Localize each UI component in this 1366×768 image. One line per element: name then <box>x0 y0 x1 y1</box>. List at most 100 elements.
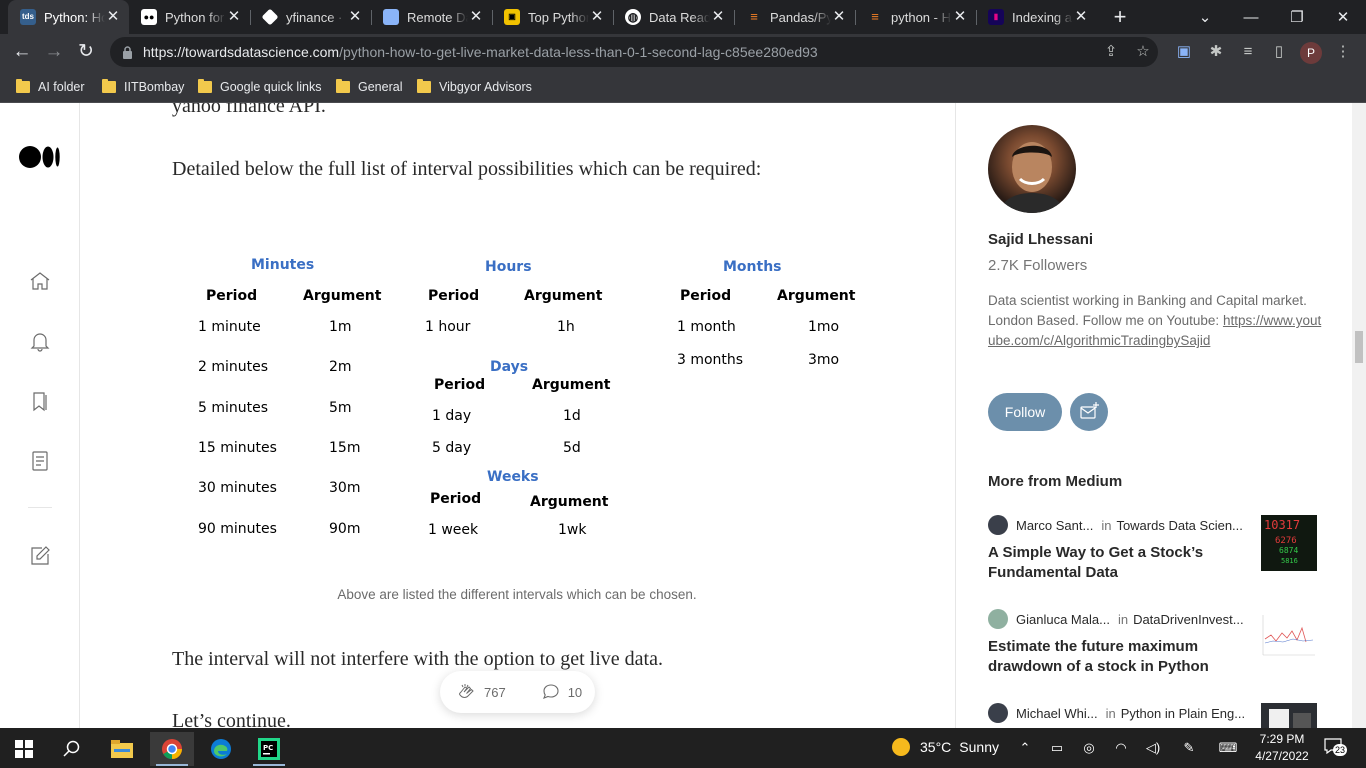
close-tab-icon[interactable]: ✕ <box>831 9 847 25</box>
medium-logo-icon[interactable] <box>19 146 61 168</box>
close-tab-icon[interactable]: ✕ <box>710 9 726 25</box>
story-author[interactable]: Marco Sant... <box>1016 518 1093 533</box>
clap-button[interactable]: 767 <box>456 682 506 702</box>
recommended-story[interactable]: Gianluca Mala... in DataDrivenInvest... Es… <box>988 609 1318 677</box>
home-icon[interactable] <box>28 269 52 293</box>
tab[interactable]: ●● Python for Finance ✕ <box>129 0 250 34</box>
minimize-button[interactable]: — <box>1228 0 1274 34</box>
tab[interactable]: ≡ python - How to ✕ <box>855 0 976 34</box>
pen-icon[interactable]: ✎ <box>1180 739 1198 757</box>
keyboard-icon[interactable]: ⌨ <box>1216 739 1240 757</box>
forward-button[interactable]: → <box>41 39 67 65</box>
story-publication[interactable]: Towards Data Scien... <box>1116 518 1242 533</box>
extensions-icon[interactable]: ✱ <box>1207 43 1225 61</box>
chevron-up-icon[interactable]: ⌃ <box>1016 739 1034 757</box>
lists-bookmark-icon[interactable] <box>28 389 52 413</box>
svg-text:6276: 6276 <box>1275 536 1297 546</box>
scrollbar-thumb[interactable] <box>1355 331 1363 363</box>
menu-icon[interactable]: ⋮ <box>1334 43 1352 61</box>
folder-icon <box>417 79 431 93</box>
story-title[interactable]: A Simple Way to Get a Stock’s Fundamenta… <box>988 543 1218 583</box>
clap-icon <box>459 684 474 698</box>
weather-widget[interactable]: 35°C Sunny <box>892 738 999 756</box>
tab-search-icon[interactable]: ⌄ <box>1182 0 1228 34</box>
medium-icon: ●● <box>141 9 157 25</box>
story-author[interactable]: Gianluca Mala... <box>1016 612 1110 627</box>
address-bar[interactable]: https://towardsdatascience.com/python-ho… <box>110 37 1158 67</box>
notifications-bell-icon[interactable] <box>28 329 52 353</box>
profile-avatar[interactable]: P <box>1300 42 1322 64</box>
story-publication[interactable]: Python in Plain Eng... <box>1121 706 1245 721</box>
stories-icon[interactable] <box>28 449 52 473</box>
close-tab-icon[interactable]: ✕ <box>226 9 242 25</box>
reload-button[interactable]: ↻ <box>73 39 99 65</box>
recommended-story[interactable]: Marco Sant... in Towards Data Scien... A S… <box>988 515 1318 583</box>
tab[interactable]: ≡ Pandas/Python ✕ <box>734 0 855 34</box>
close-tab-icon[interactable]: ✕ <box>1073 9 1089 25</box>
table-cell: 5 day <box>432 440 472 456</box>
close-tab-icon[interactable]: ✕ <box>589 9 605 25</box>
screen-capture-icon[interactable]: ▣ <box>1175 43 1193 61</box>
windows-start-icon[interactable] <box>2 732 46 766</box>
tab[interactable]: ◍ Data Reader ✕ <box>613 0 734 34</box>
story-publication[interactable]: DataDrivenInvest... <box>1133 612 1244 627</box>
author-name[interactable]: Sajid Lhessani <box>988 231 1093 248</box>
close-tab-icon[interactable]: ✕ <box>105 9 121 25</box>
search-icon[interactable] <box>50 732 94 766</box>
bookmark-folder[interactable]: Vibgyor Advisors <box>417 77 532 97</box>
write-icon[interactable] <box>28 544 52 568</box>
tab-active[interactable]: tds Python: How to Get Live Market Data … <box>8 0 129 34</box>
system-clock[interactable]: 7:29 PM 4/27/2022 <box>1252 731 1312 765</box>
story-thumbnail[interactable] <box>1261 609 1317 665</box>
follower-count[interactable]: 2.7K Followers <box>988 257 1087 274</box>
tab[interactable]: Remote Data Access ✕ <box>371 0 492 34</box>
side-panel-icon[interactable]: ▯ <box>1270 43 1288 61</box>
new-tab-button[interactable]: + <box>1108 5 1132 29</box>
tab[interactable]: yfinance · PyPI ✕ <box>250 0 371 34</box>
author-avatar[interactable] <box>988 125 1076 213</box>
close-tab-icon[interactable]: ✕ <box>952 9 968 25</box>
story-author[interactable]: Michael Whi... <box>1016 706 1098 721</box>
tab-title: Data Reader <box>649 9 710 25</box>
bookmark-folder[interactable]: IITBombay <box>102 77 184 97</box>
pycharm-icon[interactable]: PC <box>247 732 291 766</box>
chrome-icon[interactable] <box>150 732 194 766</box>
notification-center-icon[interactable]: 23 <box>1324 738 1348 758</box>
tab[interactable]: ▮ Indexing and Selecting ✕ <box>976 0 1097 34</box>
bookmark-label: Google quick links <box>220 80 322 94</box>
yellow-icon: ▣ <box>504 9 520 25</box>
back-button[interactable]: ← <box>9 39 35 65</box>
story-thumbnail[interactable]: 10317 6276 6874 5816 <box>1261 515 1317 571</box>
story-thumbnail[interactable] <box>1261 703 1317 728</box>
volume-icon[interactable]: ◁) <box>1144 739 1162 757</box>
page-scrollbar[interactable] <box>1352 103 1366 728</box>
responses-button[interactable]: 10 <box>542 683 582 701</box>
share-icon[interactable]: ⇪ <box>1102 43 1120 61</box>
table-cell: 5m <box>329 400 352 416</box>
meet-now-icon[interactable]: ◎ <box>1080 739 1098 757</box>
tab[interactable]: ▣ Top Python Libraries ✕ <box>492 0 613 34</box>
bookmark-star-icon[interactable]: ☆ <box>1134 43 1152 61</box>
file-explorer-icon[interactable] <box>100 732 144 766</box>
restore-button[interactable]: ❐ <box>1274 0 1320 34</box>
bookmark-folder[interactable]: AI folder <box>16 77 85 97</box>
sun-icon <box>892 738 910 756</box>
folder-icon <box>102 79 116 93</box>
windows-taskbar: PC 35°C Sunny ⌃ ▭ ◎ ◠ ◁) ✎ ⌨ 7:29 PM 4/2… <box>0 728 1366 768</box>
folder-icon <box>336 79 350 93</box>
bookmark-label: IITBombay <box>124 80 185 94</box>
wifi-icon[interactable]: ◠ <box>1112 739 1130 757</box>
bookmark-folder[interactable]: Google quick links <box>198 77 321 97</box>
edge-icon[interactable] <box>199 732 243 766</box>
media-queue-icon[interactable]: ≡ <box>1239 43 1257 61</box>
recommended-story[interactable]: Michael Whi... in Python in Plain Eng... <box>988 703 1318 728</box>
battery-icon[interactable]: ▭ <box>1048 739 1066 757</box>
close-window-button[interactable]: ✕ <box>1320 0 1366 34</box>
close-tab-icon[interactable]: ✕ <box>468 9 484 25</box>
story-title[interactable]: Estimate the future maximum drawdown of … <box>988 637 1218 677</box>
subscribe-email-button[interactable] <box>1070 393 1108 431</box>
follow-button[interactable]: Follow <box>988 393 1062 431</box>
table-cell: 3 months <box>677 352 744 368</box>
bookmark-folder[interactable]: General <box>336 77 402 97</box>
close-tab-icon[interactable]: ✕ <box>347 9 363 25</box>
